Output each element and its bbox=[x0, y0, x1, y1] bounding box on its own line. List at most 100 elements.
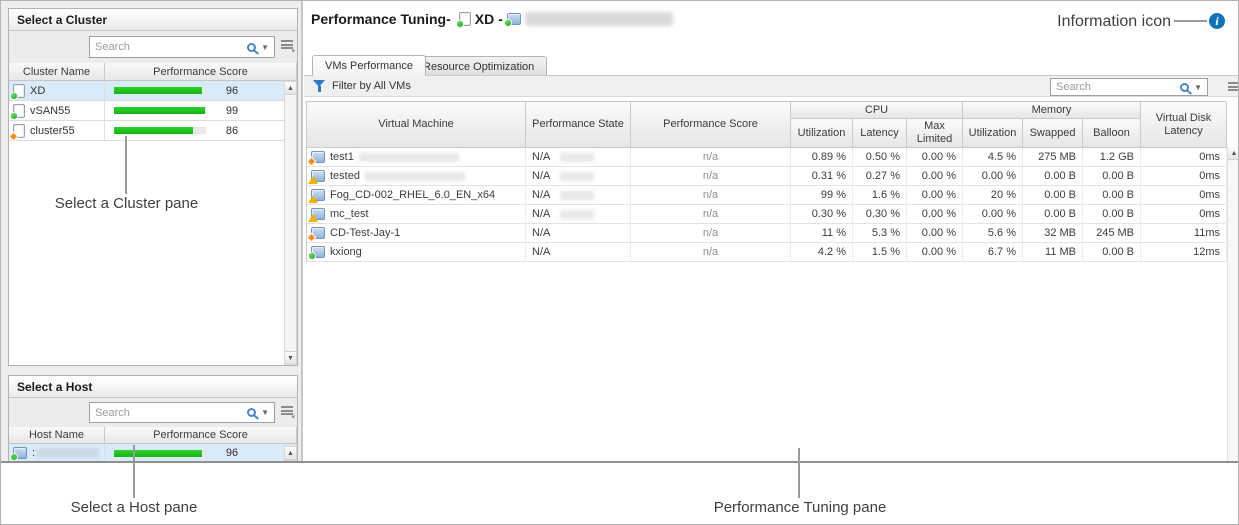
redaction-blur bbox=[560, 172, 594, 181]
cluster-list-header: Cluster Name Performance Score bbox=[9, 63, 297, 81]
performance-score-column-header[interactable]: Performance Score bbox=[105, 427, 297, 443]
vm-table-scrollbar[interactable]: ▲ bbox=[1227, 147, 1239, 461]
cluster-name-column-header[interactable]: Cluster Name bbox=[9, 63, 105, 80]
column-chooser-icon[interactable] bbox=[281, 406, 293, 415]
chevron-down-icon[interactable]: ▼ bbox=[259, 43, 271, 52]
col-mem-swapped[interactable]: Swapped bbox=[1023, 119, 1083, 148]
col-cpu-max-limited[interactable]: Max Limited bbox=[907, 119, 963, 148]
cluster-name: cluster55 bbox=[30, 125, 75, 137]
vm-name: mc_test bbox=[330, 208, 369, 220]
status-badge bbox=[307, 233, 316, 242]
vm-icon bbox=[311, 151, 325, 163]
scroll-down-icon[interactable]: ▼ bbox=[285, 351, 296, 364]
cluster-search-box: ▼ bbox=[89, 36, 275, 58]
cluster-row-cluster55[interactable]: cluster55 86 bbox=[9, 121, 297, 141]
col-cpu-latency[interactable]: Latency bbox=[853, 119, 907, 148]
vm-icon bbox=[311, 208, 325, 220]
status-badge bbox=[308, 195, 318, 203]
score-bar bbox=[114, 127, 206, 134]
col-virtual-disk-latency[interactable]: Virtual Disk Latency bbox=[1141, 102, 1227, 148]
cluster-search-input[interactable] bbox=[95, 41, 244, 53]
vm-table-header: Virtual Machine Performance State Perfor… bbox=[307, 101, 1226, 148]
host-toolbar: ▼ bbox=[9, 398, 297, 427]
status-badge bbox=[308, 252, 316, 260]
host-list-header: Host Name Performance Score bbox=[9, 427, 297, 444]
group-memory: Memory bbox=[963, 102, 1141, 119]
vm-row-mc-test[interactable]: mc_test N/A n/a 0.30 % 0.30 % 0.00 % 0.0… bbox=[307, 205, 1226, 224]
cluster-icon bbox=[13, 124, 25, 138]
scroll-up-icon[interactable]: ▲ bbox=[285, 82, 296, 95]
search-icon[interactable] bbox=[1180, 83, 1189, 92]
cluster-icon bbox=[459, 12, 471, 26]
tab-vms-performance[interactable]: VMs Performance bbox=[312, 55, 426, 76]
host-name-column-header[interactable]: Host Name bbox=[9, 427, 105, 443]
cluster-name: XD bbox=[30, 85, 45, 97]
chevron-down-icon[interactable]: ▼ bbox=[259, 408, 271, 417]
column-chooser-icon[interactable] bbox=[1228, 82, 1239, 91]
performance-score-column-header[interactable]: Performance Score bbox=[105, 63, 297, 80]
title-cluster-name: XD bbox=[475, 11, 494, 27]
search-icon[interactable] bbox=[247, 43, 256, 52]
tab-resource-optimization[interactable]: Resource Optimization bbox=[410, 56, 547, 76]
score-value: 96 bbox=[206, 85, 258, 97]
vm-icon bbox=[311, 246, 325, 258]
col-performance-state[interactable]: Performance State bbox=[526, 102, 631, 148]
search-icon[interactable] bbox=[247, 408, 256, 417]
page-title-text: Performance Tuning- bbox=[311, 11, 451, 27]
cluster-annotation-label: Select a Cluster pane bbox=[29, 195, 224, 212]
select-host-panel: Select a Host ▼ Host Name Performance Sc… bbox=[8, 375, 298, 462]
redaction-blur bbox=[560, 210, 594, 219]
col-mem-balloon[interactable]: Balloon bbox=[1083, 119, 1141, 148]
host-row[interactable]: : 96 bbox=[9, 444, 297, 462]
score-value: 86 bbox=[206, 125, 258, 137]
col-cpu-utilization[interactable]: Utilization bbox=[791, 119, 853, 148]
score-bar bbox=[114, 107, 206, 114]
cluster-toolbar: ▼ bbox=[9, 31, 297, 63]
status-badge bbox=[308, 214, 318, 222]
col-virtual-machine[interactable]: Virtual Machine bbox=[307, 102, 526, 148]
scroll-up-icon[interactable]: ▲ bbox=[285, 447, 296, 460]
status-badge bbox=[307, 157, 316, 166]
vm-name: Fog_CD-002_RHEL_6.0_EN_x64 bbox=[330, 189, 495, 201]
col-performance-score[interactable]: Performance Score bbox=[631, 102, 791, 148]
col-mem-utilization[interactable]: Utilization bbox=[963, 119, 1023, 148]
status-badge bbox=[504, 19, 512, 27]
chevron-down-icon[interactable]: ▼ bbox=[1192, 83, 1204, 92]
vm-name: CD-Test-Jay-1 bbox=[330, 227, 400, 239]
score-bar bbox=[114, 450, 206, 457]
cluster-icon bbox=[13, 84, 25, 98]
vm-row-cd-test-jay-1[interactable]: CD-Test-Jay-1 N/A n/a 11 % 5.3 % 0.00 % … bbox=[307, 224, 1226, 243]
filter-label[interactable]: Filter by All VMs bbox=[332, 80, 411, 92]
host-annotation-label: Select a Host pane bbox=[39, 499, 229, 516]
column-chooser-icon[interactable] bbox=[281, 40, 293, 49]
vm-icon bbox=[311, 227, 325, 239]
vm-row-test1[interactable]: test1 N/A n/a 0.89 % 0.50 % 0.00 % 4.5 %… bbox=[307, 148, 1226, 167]
cluster-row-vsan55[interactable]: vSAN55 99 bbox=[9, 101, 297, 121]
vm-row-fog-cd-002[interactable]: Fog_CD-002_RHEL_6.0_EN_x64 N/A n/a 99 % … bbox=[307, 186, 1226, 205]
information-icon[interactable]: i bbox=[1209, 13, 1225, 29]
title-separator: - bbox=[498, 11, 503, 27]
cluster-annotation-line bbox=[125, 136, 127, 194]
host-annotation-line bbox=[133, 445, 135, 498]
redaction-blur bbox=[560, 191, 594, 200]
cluster-scrollbar[interactable]: ▲ ▼ bbox=[284, 81, 297, 365]
score-value: 96 bbox=[206, 447, 258, 459]
host-search-input[interactable] bbox=[95, 407, 244, 419]
vm-table: Virtual Machine Performance State Perfor… bbox=[306, 101, 1226, 262]
redaction-blur bbox=[525, 12, 673, 26]
status-badge bbox=[9, 131, 19, 141]
filter-icon bbox=[313, 80, 326, 92]
host-icon bbox=[13, 447, 27, 459]
score-value: 99 bbox=[206, 105, 258, 117]
scroll-up-icon[interactable]: ▲ bbox=[1228, 147, 1239, 160]
vm-row-tested[interactable]: tested N/A n/a 0.31 % 0.27 % 0.00 % 0.00… bbox=[307, 167, 1226, 186]
host-scrollbar[interactable]: ▲ bbox=[284, 446, 297, 461]
vm-row-kxiong[interactable]: kxiong N/A n/a 4.2 % 1.5 % 0.00 % 6.7 % … bbox=[307, 243, 1226, 262]
vm-search-box: ▼ bbox=[1050, 78, 1208, 96]
cluster-row-xd[interactable]: XD 96 bbox=[9, 81, 297, 101]
redaction-blur bbox=[365, 172, 465, 181]
status-badge bbox=[10, 453, 18, 461]
vm-icon bbox=[311, 189, 325, 201]
redaction-blur bbox=[560, 153, 594, 162]
vm-search-input[interactable] bbox=[1056, 81, 1177, 93]
